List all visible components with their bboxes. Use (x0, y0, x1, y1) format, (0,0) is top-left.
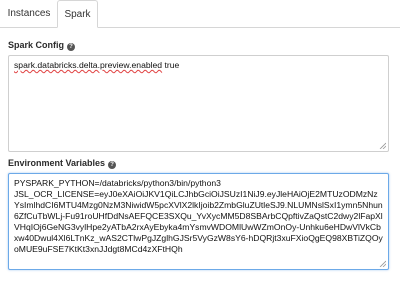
spark-config-textarea[interactable]: spark.databricks.delta.preview.enabled t… (8, 55, 389, 152)
spark-config-label: Spark Config? (8, 40, 76, 51)
help-icon[interactable]: ? (108, 161, 117, 169)
tab-spark[interactable]: Spark (57, 0, 98, 28)
env-line: JSL_OCR_LICENSE=eyJ0eXAiOiJKV1QiLCJhbGci… (14, 189, 383, 254)
help-icon[interactable]: ? (67, 43, 76, 51)
resize-grip-icon[interactable] (379, 260, 386, 267)
env-vars-label-text: Environment Variables (8, 158, 106, 168)
env-vars-textarea[interactable]: PYSPARK_PYTHON=/databricks/python3/bin/p… (8, 173, 389, 270)
env-vars-label: Environment Variables? (8, 158, 117, 169)
spark-config-label-text: Spark Config (8, 40, 65, 50)
spark-config-key: spark.databricks.delta.preview.enabled (14, 60, 163, 70)
tab-instances[interactable]: Instances (0, 0, 58, 27)
env-line: PYSPARK_PYTHON=/databricks/python3/bin/p… (14, 178, 221, 188)
resize-grip-icon[interactable] (379, 142, 386, 149)
spark-config-value: true (162, 60, 180, 70)
tab-bar: Instances Spark (0, 0, 400, 28)
